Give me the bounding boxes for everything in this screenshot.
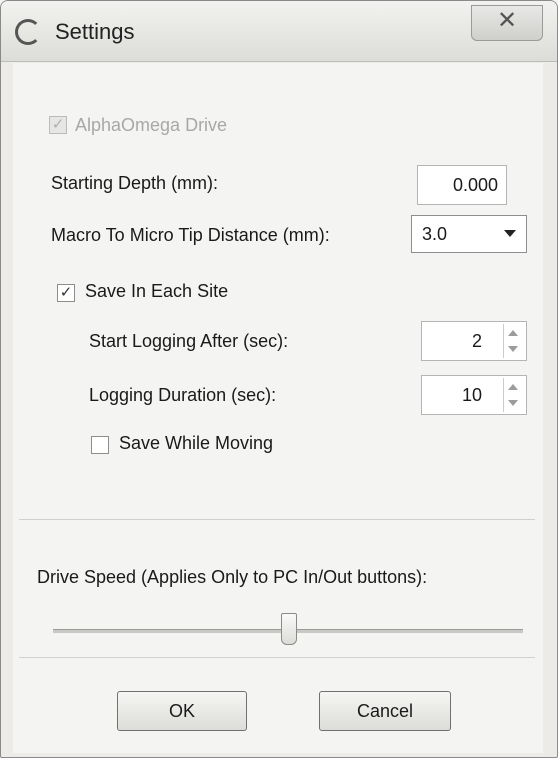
save-while-moving-label: Save While Moving — [119, 433, 274, 453]
start-logging-spinner[interactable]: 2 — [421, 321, 527, 361]
spin-up-icon[interactable] — [508, 330, 518, 336]
logging-duration-value: 10 — [461, 385, 482, 405]
save-each-site-checkbox[interactable]: ✓ — [57, 284, 75, 302]
ok-button[interactable]: OK — [117, 691, 247, 731]
starting-depth-label: Starting Depth (mm): — [51, 173, 219, 193]
spin-down-icon[interactable] — [508, 346, 518, 352]
spin-up-icon[interactable] — [508, 384, 518, 390]
logging-duration-spinner[interactable]: 10 — [421, 375, 527, 415]
drive-speed-label: Drive Speed (Applies Only to PC In/Out b… — [37, 567, 428, 587]
settings-window: Settings ✕ ✓ AlphaOmega Drive Starting D… — [0, 0, 558, 758]
start-logging-label: Start Logging After (sec): — [89, 331, 289, 351]
cancel-button[interactable]: Cancel — [319, 691, 451, 731]
close-icon: ✕ — [496, 7, 518, 34]
divider — [19, 519, 535, 520]
title-bar: Settings ✕ — [1, 1, 557, 62]
chevron-down-icon — [504, 230, 516, 237]
tip-distance-label: Macro To Micro Tip Distance (mm): — [51, 225, 330, 245]
tip-distance-value: 3.0 — [422, 224, 448, 244]
check-icon: ✓ — [51, 116, 65, 133]
starting-depth-field[interactable]: 0.000 — [417, 165, 507, 205]
divider — [19, 657, 535, 658]
save-while-moving-checkbox[interactable] — [91, 436, 109, 454]
start-logging-value: 2 — [471, 331, 482, 351]
spin-buttons[interactable] — [503, 324, 524, 358]
spin-down-icon[interactable] — [508, 400, 518, 406]
settings-panel: ✓ AlphaOmega Drive Starting Depth (mm): … — [13, 63, 543, 753]
save-each-site-label: Save In Each Site — [85, 281, 229, 301]
drive-label: AlphaOmega Drive — [75, 115, 228, 135]
tip-distance-select[interactable]: 3.0 — [411, 215, 527, 253]
drive-speed-slider-thumb[interactable] — [281, 613, 297, 645]
drive-checkbox[interactable]: ✓ — [49, 116, 67, 134]
spin-buttons[interactable] — [503, 378, 524, 412]
close-button[interactable]: ✕ — [471, 5, 543, 41]
window-title: Settings — [55, 19, 135, 44]
check-icon: ✓ — [59, 284, 73, 301]
logging-duration-label: Logging Duration (sec): — [89, 385, 277, 405]
app-icon — [15, 19, 41, 45]
